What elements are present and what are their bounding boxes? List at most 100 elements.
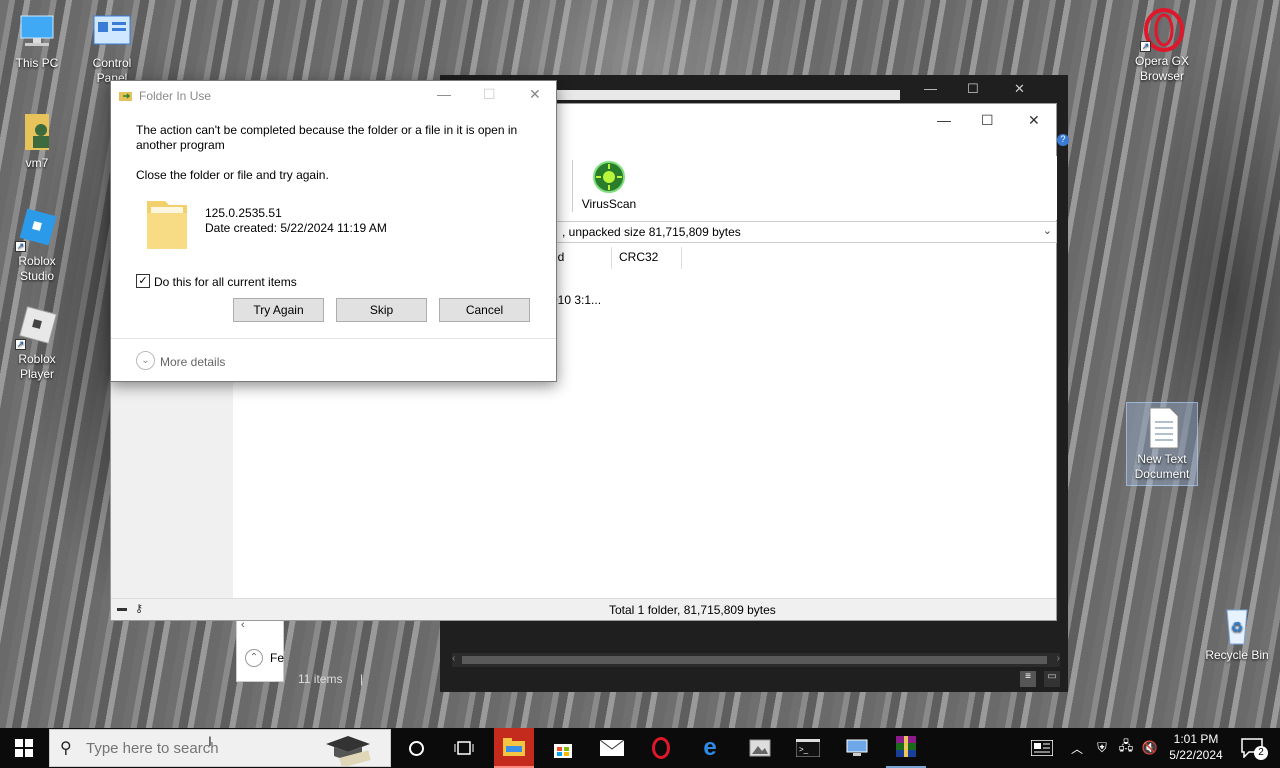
desktop-icon-this-pc[interactable]: This PC	[2, 10, 72, 71]
clock-date: 5/22/2024	[1169, 748, 1223, 762]
column-divider	[681, 247, 682, 269]
file-row-modified[interactable]: 010 3:1...	[551, 293, 601, 307]
file-name: 125.0.2535.51	[205, 206, 282, 220]
try-again-button[interactable]: Try Again	[233, 298, 324, 322]
toolbar-divider	[572, 160, 573, 212]
task-view-icon[interactable]	[444, 728, 484, 768]
desktop-icon-label: New Text Document	[1134, 452, 1190, 481]
minimize-icon[interactable]: —	[937, 112, 951, 128]
cancel-button[interactable]: Cancel	[439, 298, 530, 322]
svg-text:>_: >_	[799, 745, 809, 754]
maximize-icon[interactable]: ☐	[967, 81, 979, 97]
virus-scan-icon	[593, 161, 625, 193]
control-panel-icon	[90, 10, 134, 54]
desktop-icon-label: This PC	[15, 56, 59, 70]
user-folder-icon	[15, 110, 59, 154]
text-document-icon	[1140, 406, 1184, 450]
opera-gx-icon: ↗	[1140, 8, 1184, 52]
dialog-title: Folder In Use	[139, 89, 212, 103]
help-icon[interactable]: ?	[1057, 134, 1069, 146]
minimize-icon[interactable]: —	[437, 86, 451, 102]
folder-move-icon	[119, 90, 133, 102]
taskbar: ⚲ e >_ ︿ ⛨ 🖧 🔇 1:01 PM 5/22/2024	[0, 728, 1280, 768]
column-header-modified[interactable]: ed	[551, 250, 611, 264]
desktop-icon-recycle-bin[interactable]: ♻ Recycle Bin	[1202, 602, 1272, 663]
cortana-icon[interactable]	[396, 728, 436, 768]
close-icon[interactable]: ✕	[1028, 112, 1040, 129]
explorer-address-strip	[550, 90, 900, 100]
desktop-icon-roblox-studio[interactable]: ↗ Roblox Studio	[2, 208, 72, 284]
search-input[interactable]	[86, 738, 266, 758]
taskbar-search-box[interactable]: ⚲	[49, 729, 391, 768]
security-alert-icon[interactable]: ⛨	[1090, 728, 1114, 768]
roblox-studio-icon: ↗	[15, 208, 59, 252]
shortcut-arrow-icon: ↗	[15, 339, 26, 350]
shortcut-arrow-icon: ↗	[15, 241, 26, 252]
text-cursor-icon: I	[208, 733, 212, 749]
large-icons-view-icon[interactable]: ▭	[1044, 671, 1060, 687]
maximize-icon[interactable]: ☐	[981, 112, 994, 129]
explorer-nav-pane[interactable]: ‹ ⌃ Fe	[236, 619, 284, 682]
recycle-bin-icon: ♻	[1215, 602, 1259, 646]
chevron-down-icon[interactable]: ⌄	[1043, 224, 1052, 237]
scroll-right-icon[interactable]: ›	[1057, 653, 1060, 664]
scroll-left-icon[interactable]: ‹	[452, 653, 455, 664]
scrollbar-thumb[interactable]	[462, 656, 1047, 664]
desktop-icon-label: Opera GX Browser	[1134, 54, 1190, 83]
desktop-icon-new-text-document[interactable]: New Text Document	[1126, 402, 1198, 486]
desktop-icon-roblox-player[interactable]: ↗ Roblox Player	[2, 306, 72, 382]
virusscan-button[interactable]: VirusScan	[581, 160, 637, 216]
explorer-item-count: 11 items	[298, 672, 343, 686]
mail-icon[interactable]	[592, 728, 632, 768]
edge-icon[interactable]: e	[690, 728, 730, 768]
svg-text:♻: ♻	[1231, 619, 1244, 635]
drive-icon[interactable]: ▬	[117, 603, 127, 614]
desktop-icon-label: Recycle Bin	[1205, 648, 1269, 662]
desktop-icon-vm7[interactable]: vm7	[2, 110, 72, 171]
terminal-icon[interactable]: >_	[788, 728, 828, 768]
apply-all-checkbox[interactable]: ✓	[136, 274, 150, 288]
file-explorer-icon[interactable]	[494, 728, 534, 768]
winrar-statusbar: ▬ ⚷ Total 1 folder, 81,715,809 bytes	[111, 598, 1056, 620]
column-divider	[611, 247, 612, 269]
close-icon[interactable]: ✕	[1014, 81, 1025, 97]
close-icon[interactable]: ✕	[529, 86, 541, 103]
folder-in-use-dialog[interactable]: Folder In Use — ☐ ✕ The action can't be …	[110, 80, 557, 382]
start-windows-icon[interactable]	[4, 728, 44, 768]
expand-chevron-icon[interactable]: ⌄	[136, 351, 155, 370]
news-widget-icon[interactable]	[1022, 728, 1062, 768]
graduation-cap-icon[interactable]	[318, 732, 378, 768]
desktop-icon-opera-gx[interactable]: ↗ Opera GX Browser	[1127, 8, 1197, 84]
column-header-crc32[interactable]: CRC32	[619, 250, 679, 264]
status-total: Total 1 folder, 81,715,809 bytes	[609, 603, 776, 617]
show-hidden-icons-chevron-icon[interactable]: ︿	[1062, 728, 1092, 768]
desktop-icon-label: Roblox Player	[18, 352, 56, 381]
folder-icon	[143, 193, 191, 251]
nav-item-label[interactable]: Fe	[270, 651, 284, 665]
winrar-icon[interactable]	[886, 728, 926, 768]
horizontal-scrollbar[interactable]: ‹ ›	[452, 653, 1060, 667]
maximize-icon: ☐	[483, 86, 496, 102]
virusscan-label: VirusScan	[581, 197, 637, 211]
desktop-icon-label: vm7	[25, 156, 49, 170]
network-icon[interactable]	[837, 728, 877, 768]
details-view-icon[interactable]: ≡	[1020, 671, 1036, 687]
photos-icon[interactable]	[740, 728, 780, 768]
dialog-instruction: Close the folder or file and try again.	[136, 168, 329, 182]
computer-icon	[15, 10, 59, 54]
opera-icon[interactable]	[641, 728, 681, 768]
clock[interactable]: 1:01 PM 5/22/2024	[1164, 731, 1228, 763]
more-details-link[interactable]: More details	[160, 355, 225, 369]
volume-muted-icon[interactable]: 🔇	[1138, 728, 1162, 768]
key-icon[interactable]: ⚷	[135, 602, 143, 615]
minimize-icon[interactable]: —	[924, 81, 937, 96]
desktop-icon-label: Roblox Studio	[18, 254, 56, 283]
notification-center-icon[interactable]: 2	[1232, 728, 1272, 768]
chevron-up-icon[interactable]: ⌃	[245, 649, 263, 667]
apply-all-label[interactable]: Do this for all current items	[154, 275, 297, 289]
skip-button[interactable]: Skip	[336, 298, 427, 322]
desktop-icon-control-panel[interactable]: Control Panel	[77, 10, 147, 86]
network-tray-icon[interactable]: 🖧	[1114, 728, 1138, 768]
store-icon[interactable]	[543, 728, 583, 768]
archive-path-combo[interactable]: , unpacked size 81,715,809 bytes ⌄	[551, 221, 1057, 243]
